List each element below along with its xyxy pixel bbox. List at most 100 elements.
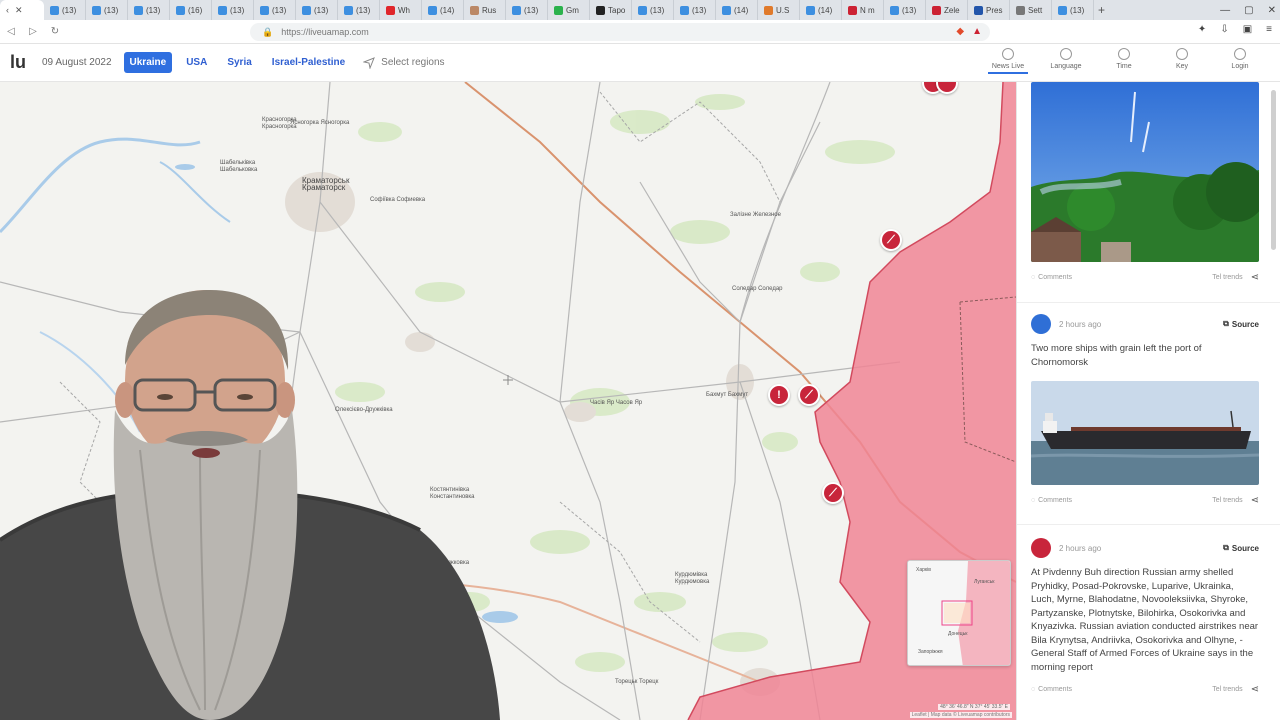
nav-time[interactable]: Time — [1104, 48, 1144, 74]
nav-news-live[interactable]: News Live — [988, 48, 1028, 74]
feed-item-text[interactable]: Two more ships with grain left the port … — [1031, 342, 1259, 369]
share-label[interactable]: Tel trends — [1212, 686, 1242, 693]
town-label[interactable]: Часів Яр Часов Яр — [590, 400, 650, 407]
minimap[interactable]: Харків Луганськ Донецьк Запоріжжя — [907, 560, 1011, 666]
feed-item-time[interactable]: 2 hours ago — [1059, 320, 1101, 329]
browser-tab[interactable]: U.S — [758, 0, 800, 20]
favicon-icon — [50, 5, 59, 15]
warning-icon[interactable]: ▲ — [972, 26, 982, 37]
nav-login[interactable]: Login — [1220, 48, 1260, 74]
source-link[interactable]: ⧉ Source — [1223, 543, 1259, 553]
comments-link[interactable]: ◌ Comments — [1031, 274, 1072, 281]
browser-tab[interactable]: (14) — [422, 0, 464, 20]
liveuamap-logo[interactable]: lu — [0, 52, 36, 73]
back-icon[interactable]: ‹ — [6, 5, 9, 15]
forward-button[interactable]: ▷ — [22, 26, 44, 37]
lock-icon: 🔒 — [262, 26, 274, 37]
browser-window-menu[interactable]: ‹ ✕ — [0, 0, 44, 20]
app-header: lu 09 August 2022 Ukraine USA Syria Israel-… — [0, 44, 1280, 82]
close-window-icon[interactable]: ✕ — [1268, 5, 1276, 16]
browser-tab[interactable]: (13) — [884, 0, 926, 20]
share-icon[interactable]: ⋖ — [1251, 272, 1259, 283]
tab-label: Rus — [482, 5, 497, 15]
browser-tab[interactable]: Wh — [380, 0, 422, 20]
wallet-icon[interactable]: ▣ — [1243, 24, 1252, 35]
feed-item-photo-trees[interactable] — [1031, 82, 1259, 262]
browser-tab[interactable]: (13) — [674, 0, 716, 20]
comments-link[interactable]: ◌ Comments — [1031, 497, 1072, 504]
feed-item-photo-ship[interactable] — [1031, 381, 1259, 485]
region-tab-israel-palestine[interactable]: Israel-Palestine — [266, 52, 351, 73]
browser-tab[interactable]: Tapo — [590, 0, 632, 20]
town-label[interactable]: Торецьк Торецк — [615, 679, 675, 686]
nav-key[interactable]: Key — [1162, 48, 1202, 74]
feed-scrollbar[interactable] — [1271, 90, 1276, 250]
download-icon[interactable]: ⇩ — [1220, 24, 1228, 35]
town-label[interactable]: Бахмут Бахмут — [706, 392, 766, 399]
browser-tab[interactable]: (13) — [1052, 0, 1094, 20]
select-regions-button[interactable]: Select regions — [363, 56, 445, 69]
current-date[interactable]: 09 August 2022 — [42, 57, 112, 68]
new-tab-button[interactable]: + — [1098, 3, 1105, 17]
browser-tab[interactable]: (13) — [254, 0, 296, 20]
source-link[interactable]: ⧉ Source — [1223, 319, 1259, 329]
browser-tab[interactable]: (13) — [506, 0, 548, 20]
browser-tab[interactable]: Gm — [548, 0, 590, 20]
browser-tab[interactable]: (13) — [44, 0, 86, 20]
feed-item-time[interactable]: 2 hours ago — [1059, 544, 1101, 553]
gun-marker-icon[interactable]: ⟋ — [822, 482, 844, 504]
browser-tab[interactable]: (14) — [716, 0, 758, 20]
share-label[interactable]: Tel trends — [1212, 497, 1242, 504]
close-tab-icon[interactable]: ✕ — [15, 5, 23, 16]
reload-button[interactable]: ↻ — [44, 26, 66, 37]
extension-icon[interactable]: ✦ — [1198, 24, 1206, 35]
menu-icon[interactable]: ≡ — [1266, 24, 1272, 35]
town-label[interactable]: Курдюмівка Курдюмовка — [675, 572, 735, 586]
browser-tab[interactable]: (13) — [86, 0, 128, 20]
news-feed-panel[interactable]: ◌ Comments Tel trends ⋖ 2 hours ago ⧉ So… — [1016, 82, 1280, 720]
browser-tab[interactable]: N m — [842, 0, 884, 20]
town-label[interactable]: Софіївка Софиевка — [370, 197, 430, 204]
browser-tab[interactable]: (13) — [338, 0, 380, 20]
nav-language[interactable]: Language — [1046, 48, 1086, 74]
browser-tab[interactable]: (13) — [296, 0, 338, 20]
select-regions-label: Select regions — [381, 57, 445, 68]
comments-link[interactable]: ◌ Comments — [1031, 686, 1072, 693]
town-label[interactable]: Соледар Соледар — [732, 286, 792, 293]
region-tab-usa[interactable]: USA — [180, 52, 213, 73]
map-attribution[interactable]: Leaflet | Map data © Liveuamap contribut… — [909, 712, 1012, 718]
tab-label: Gm — [566, 5, 579, 15]
browser-tab[interactable]: (16) — [170, 0, 212, 20]
gun-marker-icon[interactable]: ⟋ — [798, 384, 820, 406]
browser-tab[interactable]: (13) — [212, 0, 254, 20]
browser-tab[interactable]: (13) — [128, 0, 170, 20]
presenter-video-overlay — [0, 290, 500, 720]
nav-label: Time — [1116, 63, 1132, 70]
minimize-icon[interactable]: — — [1220, 5, 1230, 16]
region-tab-ukraine[interactable]: Ukraine — [123, 52, 173, 73]
maximize-icon[interactable]: ▢ — [1244, 5, 1253, 16]
share-icon[interactable]: ⋖ — [1251, 684, 1259, 695]
browser-tab[interactable]: Rus — [464, 0, 506, 20]
back-button[interactable]: ◁ — [0, 26, 22, 37]
feed-item-1[interactable]: ◌ Comments Tel trends ⋖ — [1031, 82, 1259, 283]
gun-marker-icon[interactable]: ⟋ — [880, 229, 902, 251]
feed-item-text[interactable]: At Pivdenny Buh direction Russian army s… — [1031, 566, 1259, 674]
share-icon[interactable]: ⋖ — [1251, 495, 1259, 506]
town-label[interactable]: Шабельківка Шабельковка — [220, 160, 280, 174]
browser-tab[interactable]: Sett — [1010, 0, 1052, 20]
feed-item-2[interactable]: 2 hours ago ⧉ Source Two more ships with… — [1031, 314, 1259, 506]
town-label[interactable]: Ясногорка Ясногорка — [290, 120, 350, 127]
browser-tab[interactable]: (13) — [632, 0, 674, 20]
brave-shield-icon[interactable]: ◆ — [956, 26, 964, 37]
region-tab-syria[interactable]: Syria — [221, 52, 257, 73]
browser-tab[interactable]: (14) — [800, 0, 842, 20]
browser-tab[interactable]: Zele — [926, 0, 968, 20]
town-label[interactable]: Залізне Железное — [730, 212, 790, 219]
browser-tab[interactable]: Pres — [968, 0, 1010, 20]
url-field[interactable]: 🔒 https://liveuamap.com ◆ ▲ — [250, 23, 990, 41]
town-label[interactable]: Краматорськ Краматорск — [302, 177, 382, 192]
share-label[interactable]: Tel trends — [1212, 274, 1242, 281]
feed-item-3[interactable]: 2 hours ago ⧉ Source At Pivdenny Buh dir… — [1031, 538, 1259, 695]
explosion-marker-icon[interactable]: ! — [768, 384, 790, 406]
